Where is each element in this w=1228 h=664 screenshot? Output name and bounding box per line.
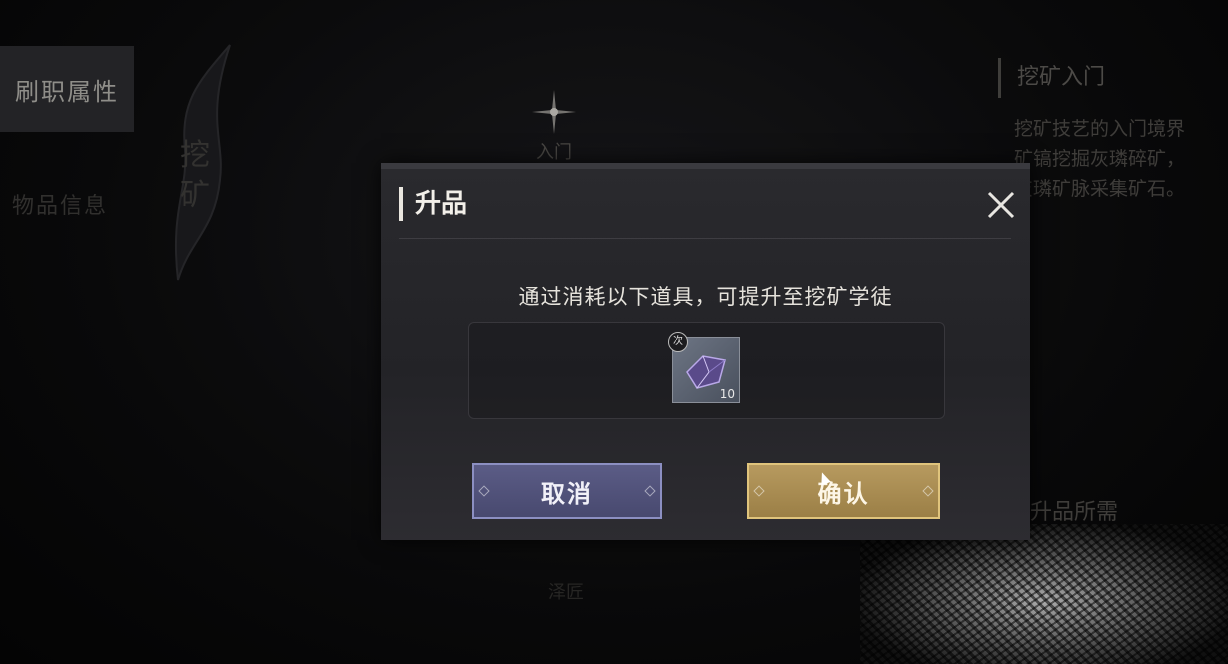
- confirm-button[interactable]: 确认: [747, 463, 940, 519]
- dialog-title: 升品: [399, 187, 467, 221]
- required-item-slot[interactable]: 次 10: [668, 332, 740, 403]
- upgrade-dialog: 升品 通过消耗以下道具，可提升至挖矿学徒 次 10 取消 确认: [381, 163, 1030, 540]
- cancel-button[interactable]: 取消: [472, 463, 662, 519]
- dialog-top-bar: [381, 163, 1030, 169]
- close-icon[interactable]: [981, 185, 1021, 225]
- item-count: 10: [719, 387, 735, 401]
- dialog-divider: [399, 238, 1011, 239]
- item-quality-badge: 次: [668, 332, 688, 352]
- dialog-message: 通过消耗以下道具，可提升至挖矿学徒: [518, 285, 893, 309]
